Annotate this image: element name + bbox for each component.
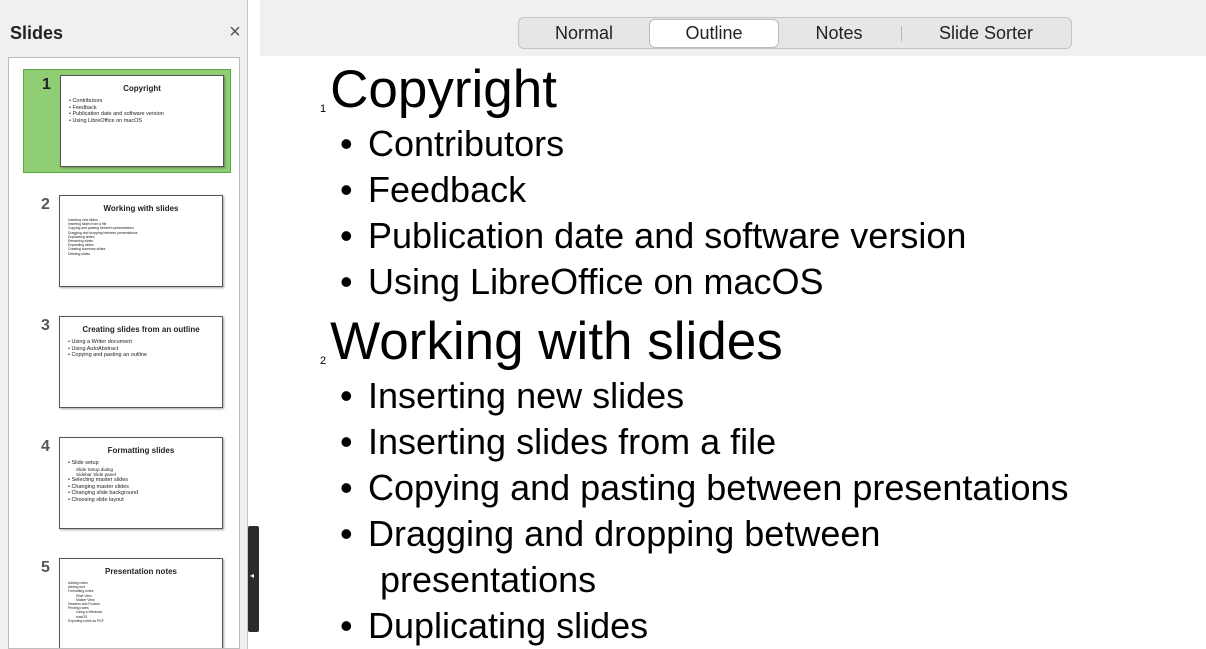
outline-slide-title[interactable]: 1Copyright [320, 60, 557, 120]
slide-preview: Presentation notes Adding notes Adding t… [59, 558, 223, 648]
slide-thumbnail-4[interactable]: 4 Formatting slides • Slide setup Slide … [23, 432, 231, 536]
slide-thumbnail-2[interactable]: 2 Working with slides Inserting new slid… [23, 190, 231, 294]
collapse-pane-handle[interactable]: ◂ [248, 526, 259, 632]
slide-number: 1 [42, 76, 51, 93]
outline-bullet[interactable]: • Contributors [340, 122, 564, 166]
slide-thumbnail-list[interactable]: 1 Copyright • Contributors • Feedback • … [8, 57, 240, 649]
outline-view[interactable]: 1Copyright • Contributors • Feedback • Publ… [260, 56, 1206, 649]
view-tabs-bar: Normal Outline Notes Slide Sorter [260, 0, 1206, 56]
slide-thumbnail-1[interactable]: 1 Copyright • Contributors • Feedback • … [23, 69, 231, 173]
slide-preview-title: Copyright [123, 84, 161, 93]
slide-preview-title: Creating slides from an outline [82, 325, 200, 334]
slide-thumbnail-3[interactable]: 3 Creating slides from an outline • Usin… [23, 311, 231, 415]
outline-bullet-text: Publication date and software version [368, 215, 967, 256]
slide-preview: Formatting slides • Slide setup Slide Se… [59, 437, 223, 529]
slides-pane-header: Slides × [0, 0, 248, 56]
outline-bullet-text: Inserting new slides [368, 375, 685, 416]
slide-preview-bullet: • Using LibreOffice on macOS [69, 117, 143, 124]
outline-bullet-text: Dragging and dropping between [368, 513, 881, 554]
bullet-icon: • [340, 375, 353, 416]
outline-bullet[interactable]: • Dragging and dropping between [340, 512, 880, 556]
slide-preview: Creating slides from an outline • Using … [59, 316, 223, 408]
slide-preview-title: Formatting slides [107, 446, 175, 455]
slides-pane: Slides × 1 Copyright • Contributors • Fe… [0, 0, 248, 649]
slide-preview-title: Presentation notes [104, 567, 177, 576]
outline-title-text: Working with slides [330, 312, 783, 371]
outline-bullet-text: Inserting slides from a file [368, 421, 777, 462]
slide-number: 2 [41, 196, 50, 213]
outline-bullet[interactable]: • Feedback [340, 168, 526, 212]
outline-slide-title[interactable]: 2Working with slides [320, 312, 783, 372]
bullet-icon: • [340, 215, 353, 256]
tab-slide-sorter[interactable]: Slide Sorter [902, 18, 1070, 48]
outline-bullet-text: Contributors [368, 123, 565, 164]
view-tabs: Normal Outline Notes Slide Sorter [518, 17, 1072, 49]
outline-bullet-continuation[interactable]: presentations [380, 558, 596, 602]
outline-bullet-text: Using LibreOffice on macOS [368, 261, 824, 302]
slide-thumbnail-5[interactable]: 5 Presentation notes Adding notes Adding… [23, 553, 231, 648]
outline-title-text: Copyright [330, 60, 557, 119]
bullet-icon: • [340, 123, 353, 164]
slide-preview-title: Working with slides [103, 204, 179, 213]
outline-bullet-text: Feedback [368, 169, 527, 210]
outline-bullet[interactable]: • Inserting slides from a file [340, 420, 776, 464]
bullet-icon: • [340, 169, 353, 210]
tab-notes[interactable]: Notes [777, 18, 901, 48]
outline-bullet[interactable]: • Copying and pasting between presentatio… [340, 466, 1069, 510]
slide-preview: Working with slides Inserting new slides… [59, 195, 223, 287]
bullet-icon: • [340, 605, 353, 646]
close-pane-button[interactable]: × [226, 22, 244, 42]
outline-bullet[interactable]: • Duplicating slides [340, 604, 648, 648]
outline-bullet-text: Copying and pasting between presentation… [368, 467, 1069, 508]
bullet-icon: • [340, 421, 353, 462]
outline-bullet-text: Duplicating slides [368, 605, 649, 646]
slide-preview-bullet: Exporting notes as PDF [68, 618, 104, 623]
slide-preview: Copyright • Contributors • Feedback • Pu… [60, 75, 224, 167]
bullet-icon: • [340, 467, 353, 508]
slide-preview-bullet: • Copying and pasting an outline [68, 352, 147, 358]
slide-preview-bullet: • Choosing slide layout [68, 496, 124, 503]
slide-number: 5 [41, 559, 50, 576]
outline-slide-number: 1 [320, 102, 327, 115]
outline-slide-number: 2 [320, 354, 327, 367]
bullet-icon: • [340, 261, 353, 302]
outline-bullet[interactable]: • Publication date and software version [340, 214, 966, 258]
slide-number: 3 [41, 317, 50, 334]
outline-bullet[interactable]: • Using LibreOffice on macOS [340, 260, 824, 304]
bullet-icon: • [340, 513, 353, 554]
slide-preview-bullet: Deleting slides [68, 251, 91, 256]
slides-pane-title: Slides [10, 23, 64, 43]
slide-number: 4 [41, 438, 50, 455]
tab-outline[interactable]: Outline [649, 19, 779, 48]
collapse-left-icon: ◂ [250, 571, 255, 580]
outline-bullet[interactable]: • Inserting new slides [340, 374, 684, 418]
tab-normal[interactable]: Normal [519, 18, 649, 48]
